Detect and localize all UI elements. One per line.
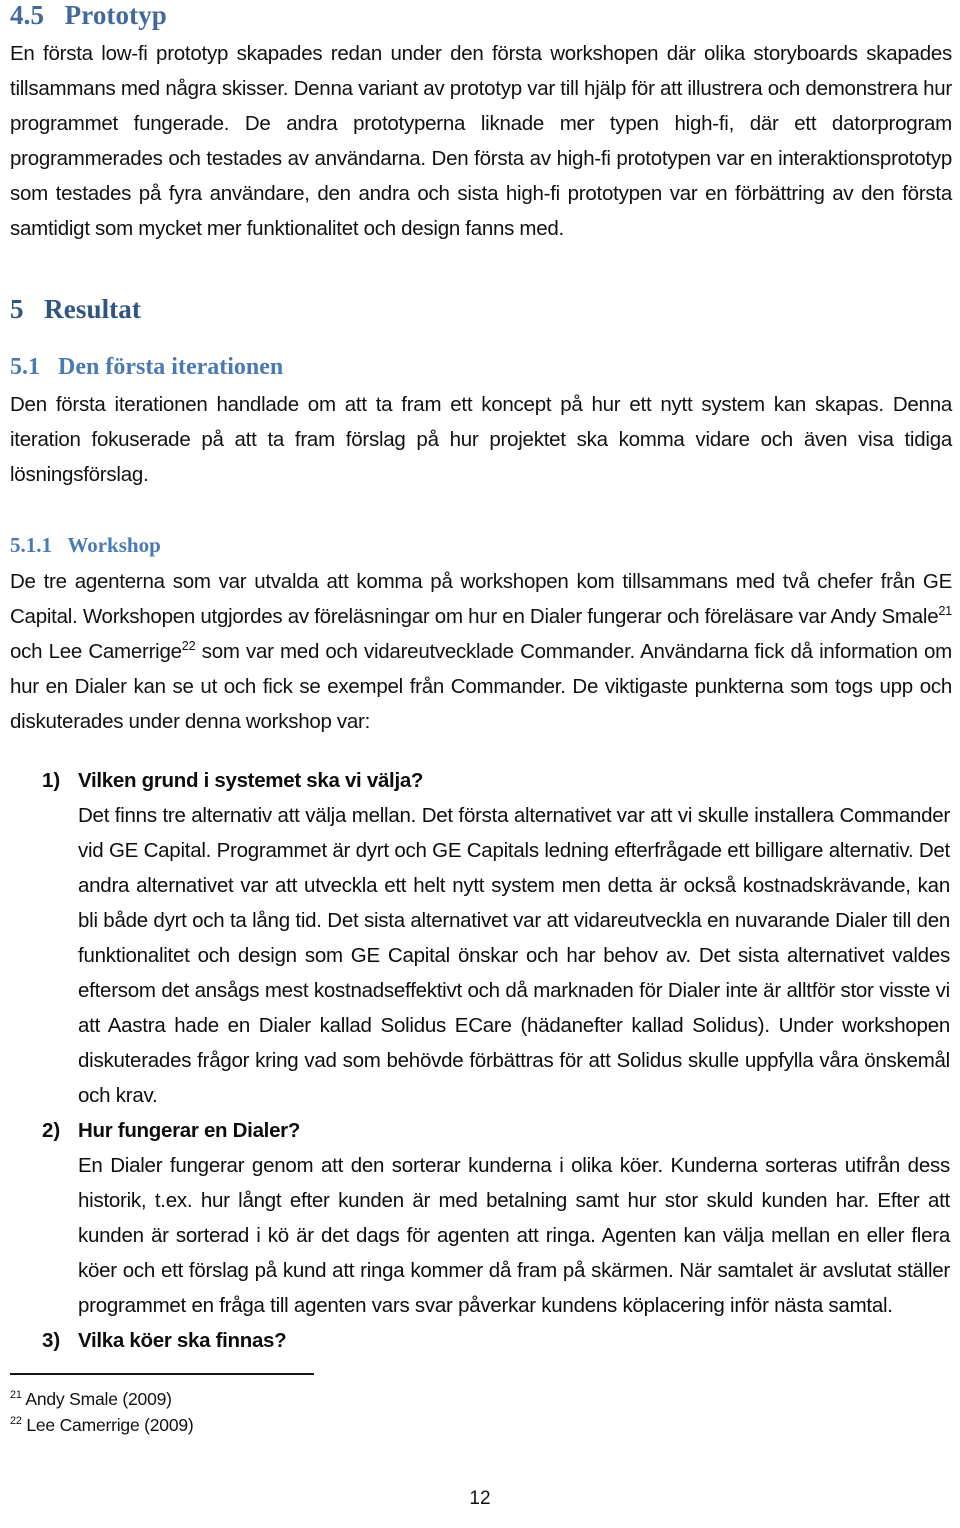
footnote-entry: 22 Lee Camerrige (2009) (10, 1412, 952, 1438)
heading-prototyp-number: 4.5 (10, 0, 45, 30)
page-number: 12 (469, 1488, 491, 1509)
heading-resultat: 5 Resultat (10, 294, 952, 324)
list-item-title: Vilka köer ska finnas? (78, 1328, 287, 1352)
list-item-body: En Dialer fungerar genom att den sortera… (78, 1153, 950, 1317)
discussion-points-list: 1) Vilken grund i systemet ska vi välja?… (10, 763, 952, 1358)
page-content: 4.5 Prototyp En första low-fi prototyp s… (10, 0, 952, 1358)
paragraph-workshop-part2: och Lee Camerrige (10, 639, 182, 663)
paragraph-workshop: De tre agenterna som var utvalda att kom… (10, 564, 952, 739)
list-item-title: Vilken grund i systemet ska vi välja? (78, 768, 424, 792)
heading-prototyp-title: Prototyp (64, 0, 167, 30)
footnote-text: Andy Smale (2009) (21, 1389, 172, 1409)
heading-workshop-title: Workshop (67, 533, 161, 558)
footnote-marker: 21 (10, 1389, 22, 1402)
list-item: 3) Vilka köer ska finnas? (10, 1323, 952, 1358)
list-item-marker: 3) (42, 1328, 61, 1352)
list-item: 2) Hur fungerar en Dialer? En Dialer fun… (10, 1113, 952, 1323)
document-page: 4.5 Prototyp En första low-fi prototyp s… (0, 0, 960, 1528)
footnote-entry: 21 Andy Smale (2009) (10, 1386, 952, 1412)
paragraph-forsta-iterationen: Den första iterationen handlade om att t… (10, 393, 952, 487)
list-item-marker: 2) (42, 1118, 61, 1142)
heading-forsta-iterationen: 5.1 Den första iterationen (10, 354, 952, 381)
heading-resultat-number: 5 (10, 294, 24, 325)
footnote-marker: 22 (10, 1415, 22, 1428)
list-item: 1) Vilken grund i systemet ska vi välja?… (10, 763, 952, 1113)
heading-workshop-number: 5.1.1 (10, 533, 52, 558)
footnote-area: 21 Andy Smale (2009) 22 Lee Camerrige (2… (10, 1373, 952, 1438)
heading-resultat-title: Resultat (44, 294, 141, 325)
list-item-title: Hur fungerar en Dialer? (78, 1118, 301, 1142)
heading-workshop: 5.1.1 Workshop (10, 534, 952, 558)
footnote-ref-21: 21 (938, 603, 952, 619)
list-item-body: Det finns tre alternativ att välja mella… (78, 803, 950, 1107)
paragraph-workshop-part1: De tre agenterna som var utvalda att kom… (10, 569, 952, 628)
list-item-marker: 1) (42, 768, 61, 792)
footnote-separator-rule (10, 1373, 314, 1375)
footnote-text: Lee Camerrige (2009) (21, 1415, 194, 1435)
heading-prototyp: 4.5 Prototyp (10, 0, 952, 30)
heading-forsta-iterationen-number: 5.1 (10, 354, 40, 381)
heading-forsta-iterationen-title: Den första iterationen (58, 354, 284, 381)
paragraph-prototyp: En första low-fi prototyp skapades redan… (10, 42, 952, 241)
footnote-ref-22: 22 (181, 638, 196, 654)
